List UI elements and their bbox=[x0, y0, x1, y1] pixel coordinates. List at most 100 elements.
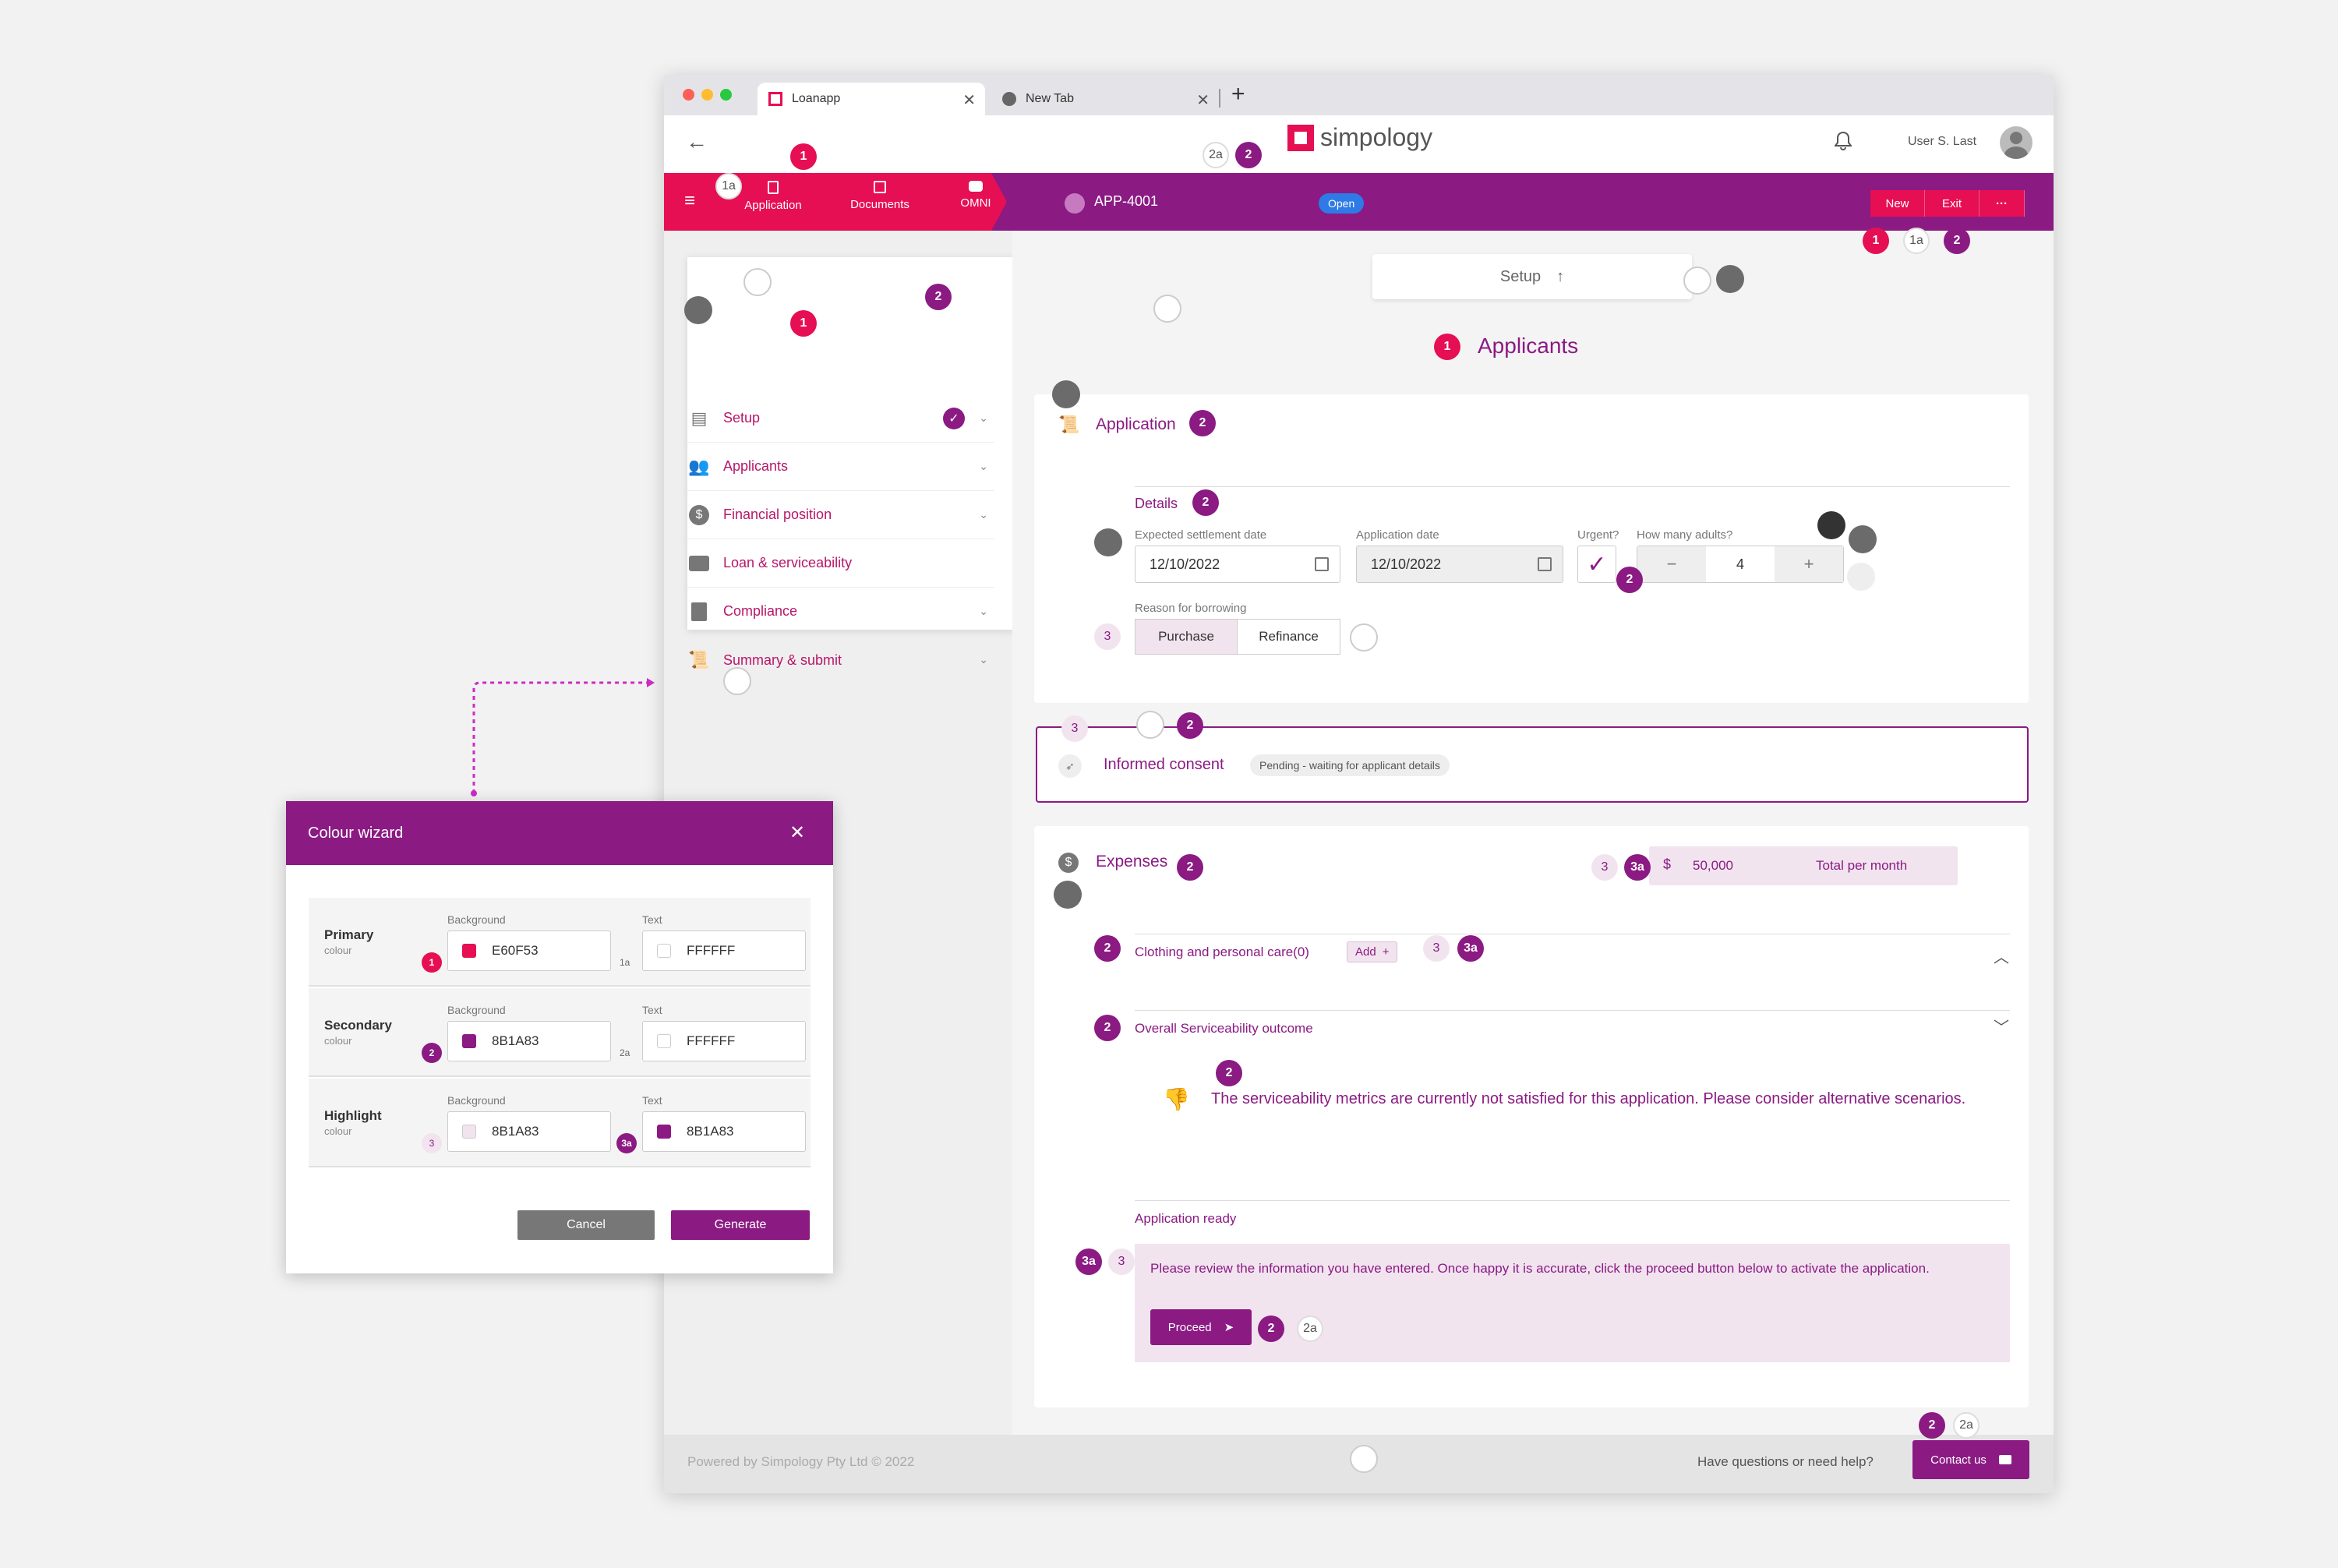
clothing-category[interactable]: Clothing and personal care(0) bbox=[1135, 945, 1309, 960]
plus-button[interactable]: + bbox=[1775, 546, 1843, 582]
people-icon: 👥 bbox=[688, 456, 710, 476]
proceed-label: Proceed bbox=[1167, 1320, 1212, 1334]
colour-swatch[interactable] bbox=[657, 1034, 671, 1048]
row-sub: colour bbox=[324, 945, 352, 956]
proceed-button[interactable]: Proceed ➤ bbox=[1150, 1309, 1252, 1345]
marker-primary: 1 bbox=[790, 310, 817, 337]
calendar-icon[interactable] bbox=[1538, 557, 1552, 571]
setup-label: Setup bbox=[1499, 267, 1542, 285]
nav-documents[interactable]: Documents bbox=[845, 181, 915, 211]
sidebar-item-setup[interactable]: ▤ Setup ✓ ⌄ bbox=[687, 394, 994, 443]
colour-row-primary: Primary colour Background E60F53 Text FF… bbox=[309, 898, 811, 987]
status-badge: Open bbox=[1319, 193, 1365, 214]
exit-button[interactable]: Exit bbox=[1925, 190, 1980, 217]
outcome-title[interactable]: Overall Serviceability outcome bbox=[1135, 1021, 1313, 1037]
calendar-icon[interactable] bbox=[1315, 557, 1329, 571]
primary-text-input[interactable]: FFFFFF bbox=[642, 931, 806, 971]
window-close-dot[interactable] bbox=[683, 89, 694, 101]
row-name: Secondary bbox=[324, 1018, 392, 1033]
purchase-option[interactable]: Purchase bbox=[1135, 619, 1238, 655]
sidebar-item-label: Summary & submit bbox=[723, 652, 842, 668]
cancel-button[interactable]: Cancel bbox=[517, 1210, 655, 1240]
colour-swatch[interactable] bbox=[462, 1034, 476, 1048]
settlement-label: Expected settlement date bbox=[1135, 528, 1267, 542]
empty-state-marker bbox=[1136, 711, 1164, 739]
avatar[interactable] bbox=[2000, 126, 2033, 159]
chevron-down-icon[interactable]: ⌄ bbox=[979, 411, 988, 425]
close-icon[interactable]: ✕ bbox=[962, 90, 976, 110]
urgent-label: Urgent? bbox=[1577, 528, 1619, 542]
marker-secondary: 2 bbox=[1177, 854, 1203, 881]
application-id: APP-4001 bbox=[1094, 193, 1159, 209]
settlement-date-field[interactable]: 12/10/2022 bbox=[1135, 546, 1340, 583]
browser-tab-loanapp[interactable]: Loanapp ✕ bbox=[758, 83, 985, 115]
add-expense-button[interactable]: Add + bbox=[1347, 941, 1398, 962]
marker-secondary: 2 bbox=[422, 1043, 442, 1063]
highlight-text-input[interactable]: 8B1A83 bbox=[642, 1111, 806, 1152]
primary-background-input[interactable]: E60F53 bbox=[447, 931, 611, 971]
chevron-down-icon[interactable]: ﹀ bbox=[1994, 1015, 2009, 1037]
sidebar-item-loan-serviceability[interactable]: Loan & serviceability bbox=[687, 539, 994, 588]
browser-tab-new-tab[interactable]: New Tab ✕ bbox=[991, 83, 1219, 115]
connector-line bbox=[471, 678, 655, 796]
colour-swatch[interactable] bbox=[657, 944, 671, 958]
marker-primary: 1 bbox=[1434, 334, 1460, 360]
copyright: Powered by Simpology Pty Ltd © 2022 bbox=[687, 1454, 915, 1469]
nav-application[interactable]: Application bbox=[742, 181, 804, 212]
check-circle-icon: ✓ bbox=[943, 408, 965, 429]
new-button[interactable]: New bbox=[1870, 190, 1925, 217]
divider bbox=[1135, 1200, 2010, 1201]
chevron-down-icon[interactable]: ⌄ bbox=[979, 653, 988, 666]
hamburger-menu-icon[interactable]: ≡ bbox=[684, 190, 695, 212]
back-arrow-icon[interactable]: ← bbox=[686, 129, 708, 154]
more-options-button[interactable]: ··· bbox=[1980, 190, 2025, 217]
minus-button[interactable]: − bbox=[1637, 546, 1706, 582]
empty-state-marker bbox=[1683, 267, 1711, 295]
chevron-down-icon[interactable]: ⌄ bbox=[979, 508, 988, 521]
sidebar-item-label: Loan & serviceability bbox=[723, 555, 853, 570]
colour-swatch[interactable] bbox=[657, 1125, 671, 1139]
window-minimize-dot[interactable] bbox=[701, 89, 713, 101]
chevron-down-icon[interactable]: ⌄ bbox=[979, 460, 988, 473]
bell-icon[interactable] bbox=[1834, 131, 1852, 150]
divider bbox=[1135, 1010, 2010, 1011]
setup-scroll-button[interactable]: Setup ↑ bbox=[1372, 254, 1692, 299]
app-dropdown-icon[interactable] bbox=[1065, 193, 1085, 214]
refinance-option[interactable]: Refinance bbox=[1238, 619, 1340, 655]
colour-swatch[interactable] bbox=[462, 1125, 476, 1139]
hex-value: E60F53 bbox=[492, 943, 539, 958]
generate-button[interactable]: Generate bbox=[671, 1210, 810, 1240]
contact-us-button[interactable]: Contact us bbox=[1912, 1440, 2029, 1479]
sidebar-item-financial-position[interactable]: $ Financial position ⌄ bbox=[687, 491, 994, 539]
marker-secondary: 2 bbox=[1235, 142, 1262, 168]
secondary-text-input[interactable]: FFFFFF bbox=[642, 1021, 806, 1061]
expenses-title: Expenses bbox=[1096, 853, 1168, 871]
reason-toggle: Purchase Refinance bbox=[1135, 619, 1340, 655]
application-title: Application bbox=[1096, 415, 1176, 433]
colour-swatch[interactable] bbox=[462, 944, 476, 958]
marker-primary: 1 bbox=[790, 143, 817, 170]
sidebar-item-compliance[interactable]: Compliance ⌄ bbox=[687, 588, 994, 636]
sidebar-item-applicants[interactable]: 👥 Applicants ⌄ bbox=[687, 443, 994, 491]
window-zoom-dot[interactable] bbox=[720, 89, 732, 101]
brand-name: simpology bbox=[1320, 123, 1433, 151]
new-tab-button[interactable]: + bbox=[1231, 81, 1245, 108]
row-name: Highlight bbox=[324, 1108, 382, 1123]
chevron-down-icon[interactable]: ⌄ bbox=[979, 605, 988, 618]
state-marker bbox=[684, 296, 712, 324]
highlight-background-input[interactable]: 8B1A83 bbox=[447, 1111, 611, 1152]
chevron-up-icon[interactable]: ︿ bbox=[1994, 945, 2009, 967]
application-date-field[interactable]: 12/10/2022 bbox=[1356, 546, 1563, 583]
close-icon[interactable]: ✕ bbox=[1196, 90, 1210, 110]
state-marker bbox=[1094, 528, 1122, 556]
marker-secondary: 2 bbox=[1216, 1060, 1242, 1086]
nav-omni[interactable]: OMNI bbox=[952, 181, 999, 210]
marker-highlight-text: 3a bbox=[1624, 854, 1651, 881]
urgent-checkbox[interactable]: ✓ bbox=[1577, 546, 1616, 583]
adults-stepper[interactable]: − 4 + bbox=[1637, 546, 1844, 583]
sidebar-item-label: Setup bbox=[723, 410, 761, 426]
close-icon[interactable]: ✕ bbox=[789, 821, 805, 844]
application-date-value: 12/10/2022 bbox=[1371, 556, 1442, 572]
secondary-background-input[interactable]: 8B1A83 bbox=[447, 1021, 611, 1061]
adults-value[interactable]: 4 bbox=[1706, 546, 1775, 582]
